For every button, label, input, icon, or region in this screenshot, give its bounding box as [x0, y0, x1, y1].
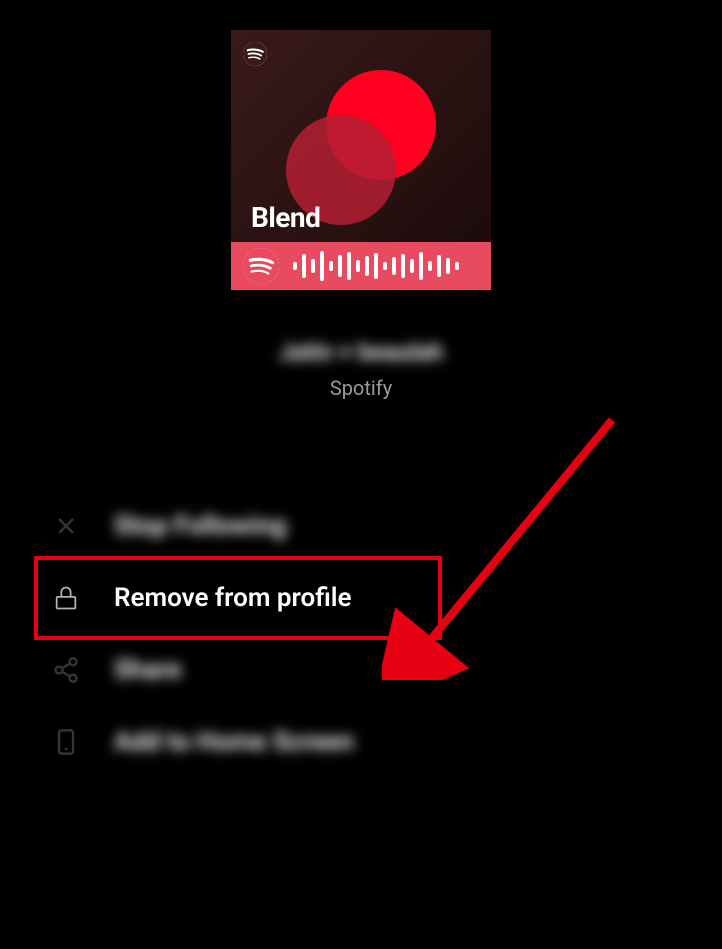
menu-item-add-home-screen[interactable]: Add to Home Screen: [40, 706, 682, 778]
spotify-code-bars: [293, 242, 459, 290]
lock-icon: [50, 582, 82, 614]
menu-label: Share: [114, 655, 181, 685]
context-menu: Stop Following Remove from profile Share…: [0, 490, 722, 778]
playlist-title: Jatin + beaulah: [0, 338, 722, 366]
share-icon: [50, 654, 82, 686]
close-icon: [50, 510, 82, 542]
spotify-code-logo-icon: [243, 248, 279, 284]
phone-icon: [50, 726, 82, 758]
cover-label: Blend: [251, 201, 320, 234]
menu-label: Add to Home Screen: [114, 727, 354, 757]
playlist-cover: Blend: [231, 30, 491, 290]
spotify-code-bar[interactable]: [231, 242, 491, 290]
menu-item-remove-from-profile[interactable]: Remove from profile: [40, 562, 682, 634]
menu-label: Remove from profile: [114, 583, 352, 613]
menu-item-share[interactable]: Share: [40, 634, 682, 706]
menu-item-stop-following[interactable]: Stop Following: [40, 490, 682, 562]
blend-artwork: [271, 60, 451, 220]
menu-label: Stop Following: [114, 511, 286, 541]
playlist-subtitle: Spotify: [0, 376, 722, 400]
spotify-logo-icon: [243, 42, 267, 66]
